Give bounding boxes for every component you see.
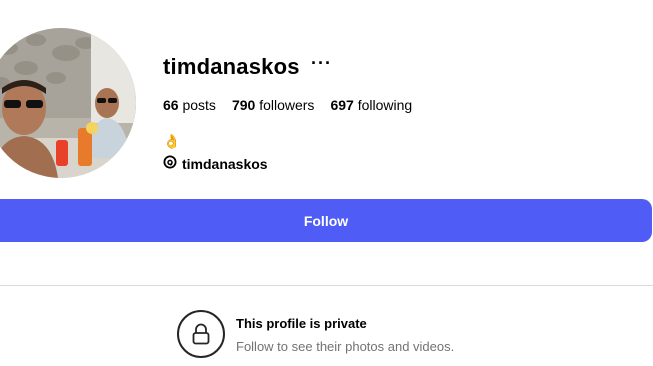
section-divider xyxy=(0,285,653,286)
follow-button[interactable]: Follow xyxy=(0,199,652,242)
ellipsis-icon[interactable]: ··· xyxy=(311,53,332,74)
lock-icon xyxy=(177,310,225,358)
following-label: following xyxy=(357,97,413,113)
posts-stat: 66 posts xyxy=(163,97,216,113)
profile-stats: 66 posts 790 followers 697 following xyxy=(163,97,412,113)
followers-label: followers xyxy=(259,97,315,113)
threads-icon xyxy=(163,155,177,172)
private-title: This profile is private xyxy=(236,316,367,331)
profile-avatar[interactable] xyxy=(0,28,136,178)
followers-stat[interactable]: 790 followers xyxy=(232,97,315,113)
bio-emoji: 👌 xyxy=(163,133,181,149)
threads-handle: timdanaskos xyxy=(182,155,268,172)
private-subtitle: Follow to see their photos and videos. xyxy=(236,339,455,354)
threads-link[interactable]: timdanaskos xyxy=(163,155,268,172)
profile-username: timdanaskos xyxy=(163,54,300,79)
posts-count: 66 xyxy=(163,97,179,113)
followers-count: 790 xyxy=(231,97,256,113)
following-stat[interactable]: 697 following xyxy=(330,97,412,113)
posts-label: posts xyxy=(182,97,216,113)
following-count: 697 xyxy=(330,97,354,113)
